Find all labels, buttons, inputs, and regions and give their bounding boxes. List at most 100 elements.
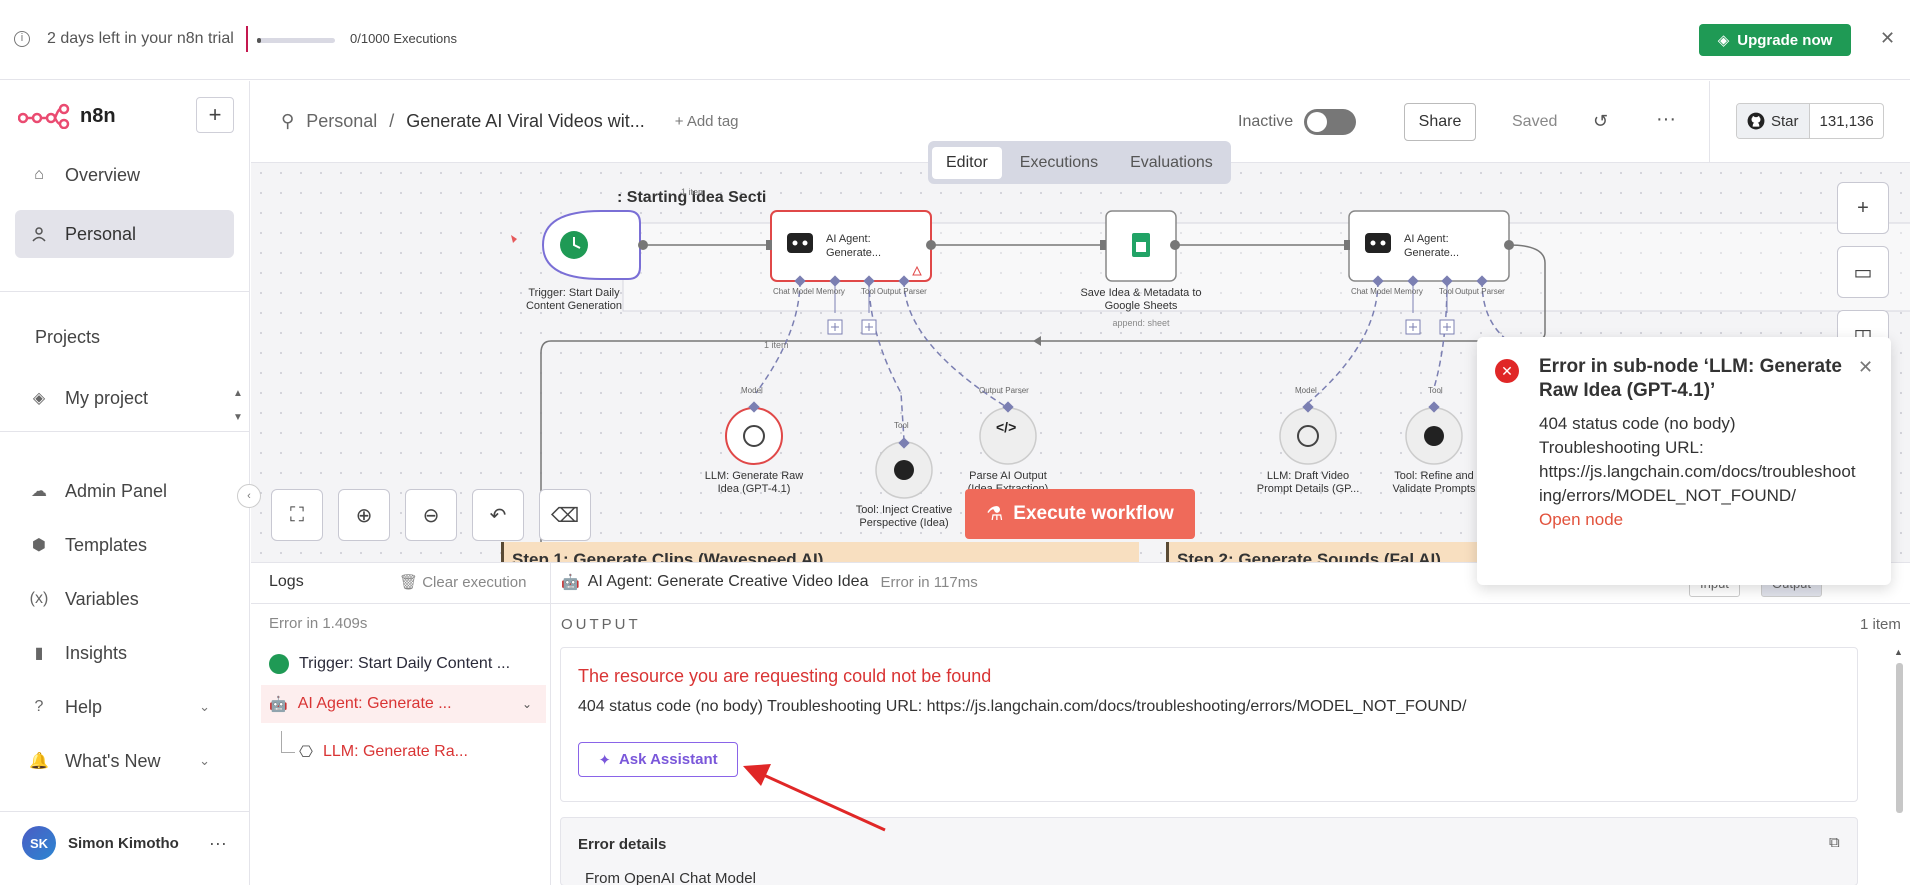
active-toggle[interactable]	[1304, 109, 1356, 135]
trigger-node-text: Trigger: Start Daily Content Generation	[525, 287, 622, 312]
tab-executions[interactable]: Executions	[1006, 147, 1112, 179]
workflow-title[interactable]: Generate AI Viral Videos wit...	[406, 111, 644, 132]
trash-icon: 🗑	[399, 574, 419, 591]
port-label: Tool	[1428, 386, 1443, 395]
create-button[interactable]: +	[196, 97, 234, 133]
layers-icon: ◈	[32, 390, 46, 407]
add-tag-button[interactable]: + Add tag	[675, 113, 739, 130]
box-icon: ⬢	[32, 537, 46, 554]
sidebar-item-my-project[interactable]: ◈ My project	[15, 374, 234, 422]
output-port[interactable]	[926, 240, 936, 250]
port-label: Tool	[894, 421, 909, 430]
output-port[interactable]	[638, 240, 648, 250]
sidebar-item-whats-new[interactable]: 🔔 What's New ⌄	[15, 737, 234, 785]
user-menu[interactable]: SK Simon Kimotho ···	[22, 826, 227, 860]
banner-separator	[246, 26, 248, 52]
sidebar-item-help[interactable]: ? Help ⌄	[15, 683, 234, 731]
sidebar-item-overview[interactable]: ⌂ Overview	[15, 151, 234, 199]
output-port[interactable]	[1504, 240, 1514, 250]
user-icon	[29, 224, 49, 244]
sidebar-item-label: Insights	[65, 642, 128, 663]
user-name: Simon Kimotho	[68, 834, 179, 852]
close-banner-icon[interactable]: ✕	[1880, 28, 1895, 49]
ask-assistant-button[interactable]: ✦ Ask Assistant	[578, 742, 738, 777]
llm-node-1[interactable]	[725, 407, 783, 465]
avatar: SK	[22, 826, 56, 860]
port-label: Tool	[1439, 287, 1454, 296]
tool-node-1-label: Tool: Inject Creative Perspective (Idea)	[834, 504, 974, 530]
projects-heading: Projects	[35, 327, 101, 347]
fit-view-icon[interactable]: ⛶	[271, 489, 323, 541]
input-port[interactable]	[1344, 240, 1350, 250]
zoom-out-icon[interactable]: ⊖	[405, 489, 457, 541]
more-icon[interactable]: ···	[209, 833, 227, 854]
open-node-link[interactable]: Open node	[1539, 508, 1859, 532]
parser-node[interactable]	[979, 407, 1037, 465]
upgrade-button[interactable]: ◈ Upgrade now	[1699, 24, 1851, 56]
item-count-label: 1 item	[764, 340, 789, 350]
add-node-button[interactable]: +	[1837, 182, 1889, 234]
copy-icon[interactable]: ⧉	[1829, 834, 1840, 851]
github-star[interactable]: Star	[1737, 104, 1810, 138]
zoom-in-icon[interactable]: ⊕	[338, 489, 390, 541]
clear-execution-button[interactable]: 🗑 Clear execution	[399, 573, 526, 591]
trigger-node[interactable]	[541, 210, 641, 280]
tool-node-2-label: Tool: Refine and Validate Prompts	[1374, 470, 1494, 496]
scrollbar-thumb[interactable]	[1896, 663, 1903, 813]
input-port[interactable]	[1100, 240, 1106, 250]
sidebar-item-label: Variables	[65, 588, 139, 609]
scroll-up-icon[interactable]: ▲	[1894, 647, 1903, 657]
log-row-trigger[interactable]: Trigger: Start Daily Content ...	[261, 645, 546, 683]
sidebar-item-label: Templates	[65, 534, 148, 555]
log-row-label: LLM: Generate Ra...	[322, 743, 468, 760]
sidebar: n8n + ⌂ Overview Personal Projects ◈ My …	[0, 81, 250, 885]
collapse-sidebar-button[interactable]: ‹	[237, 484, 261, 508]
more-options-icon[interactable]: ···	[1656, 108, 1676, 131]
projects-scroll-arrows[interactable]: ▲ ▼	[233, 382, 243, 430]
close-toast-icon[interactable]: ✕	[1858, 357, 1873, 378]
sidebar-item-admin-panel[interactable]: ☁ Admin Panel	[15, 467, 234, 515]
diamond-icon: ◈	[1717, 32, 1730, 49]
input-port[interactable]	[766, 240, 772, 250]
execute-workflow-button[interactable]: ⚗ Execute workflow	[965, 489, 1195, 539]
breadcrumb-project[interactable]: Personal	[306, 111, 377, 132]
log-row-agent[interactable]: 🤖 AI Agent: Generate ... ⌄	[261, 685, 546, 723]
sidebar-item-templates[interactable]: ⬢ Templates	[15, 521, 234, 569]
llm-node-2[interactable]	[1279, 407, 1337, 465]
port-label: Output Parser	[979, 386, 1029, 395]
tab-editor[interactable]: Editor	[932, 146, 1002, 179]
output-scrollbar[interactable]: ▲	[1893, 647, 1905, 847]
brand-logo[interactable]: n8n	[18, 103, 116, 129]
error-details-row[interactable]: From OpenAI Chat Model	[585, 870, 756, 885]
undo-icon[interactable]: ↶	[472, 489, 524, 541]
log-row-llm[interactable]: ⎔ LLM: Generate Ra...	[291, 733, 541, 771]
port-label: Model	[1295, 386, 1317, 395]
sidebar-item-label: Personal	[65, 223, 137, 244]
share-button[interactable]: Share	[1404, 103, 1476, 141]
executions-count: 0/1000 Executions	[350, 31, 457, 46]
sheets-node-line: Google Sheets	[1104, 300, 1178, 312]
github-star-button[interactable]: Star 131,136	[1736, 103, 1884, 139]
sidebar-item-personal[interactable]: Personal	[15, 210, 234, 258]
clock-icon	[269, 654, 289, 674]
output-port[interactable]	[1170, 240, 1180, 250]
sidebar-item-label: Overview	[65, 164, 141, 185]
sheets-node-label: Save Idea & Metadata to Google Sheets ap…	[1061, 287, 1221, 330]
arrow-head	[1033, 336, 1041, 346]
tab-evaluations[interactable]: Evaluations	[1116, 147, 1227, 179]
port-label: Memory	[1394, 287, 1423, 296]
toast-url[interactable]: https://js.langchain.com/docs/troublesho…	[1539, 460, 1859, 508]
chevron-down-icon[interactable]: ⌄	[522, 697, 532, 711]
history-icon[interactable]: ↺	[1593, 111, 1608, 132]
error-icon: ✕	[1495, 359, 1519, 383]
agent-node-2-label: AI Agent: Generate...	[1404, 232, 1459, 260]
clear-execution-label: Clear execution	[422, 574, 527, 591]
sticky-note-step-1[interactable]: Step 1: Generate Clips (Wavespeed AI)	[501, 542, 1139, 562]
clean-up-icon[interactable]: ⌫	[539, 489, 591, 541]
sidebar-item-variables[interactable]: (x) Variables	[15, 575, 234, 623]
sticky-note-icon[interactable]: ▭	[1837, 246, 1889, 298]
sheets-node-line: Save Idea & Metadata to	[1080, 287, 1202, 299]
robot-icon	[787, 233, 813, 253]
sidebar-item-insights[interactable]: ▮ Insights	[15, 629, 234, 677]
agent-node-2-line: AI Agent:	[1404, 233, 1449, 245]
